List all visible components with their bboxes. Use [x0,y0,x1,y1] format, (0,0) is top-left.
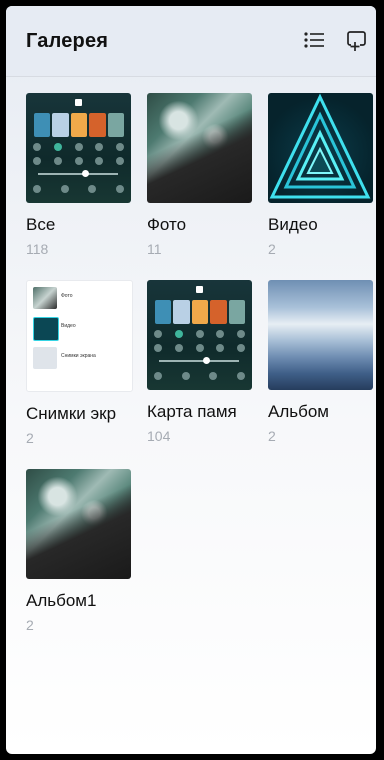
page-title: Галерея [26,30,109,52]
new-album-icon [347,31,366,51]
album-tile[interactable]: Карта памя 104 [147,280,252,444]
album-tile[interactable]: Все 118 [26,93,131,257]
album-count: 11 [147,241,162,257]
album-thumbnail [147,93,252,203]
album-thumbnail [26,469,131,579]
album-tile[interactable]: Альбом1 2 [26,469,131,633]
album-name: Все [26,215,56,234]
album-thumbnail [268,93,373,203]
album-name: Альбом1 [26,591,97,610]
gallery-screen: Галерея Все 118 Фото 11 Видео 2 Фото Вид… [6,6,376,754]
album-tile[interactable]: Видео 2 [268,93,373,257]
album-count: 2 [268,428,276,444]
album-name: Альбом [268,402,329,421]
album-thumbnail: Фото Видео Снимки экрана [26,280,133,392]
album-tile[interactable]: Фото 11 [147,93,252,257]
album-thumbnail [26,93,131,203]
album-count: 2 [26,430,34,446]
album-count: 2 [26,617,34,633]
album-name: Видео [268,215,318,234]
album-tile[interactable]: Альбом 2 [268,280,373,444]
album-count: 118 [26,241,49,257]
album-thumbnail [268,280,373,390]
album-count: 104 [147,428,171,444]
album-tile[interactable]: Фото Видео Снимки экрана Снимки экр 2 [26,280,133,446]
album-name: Фото [147,215,187,234]
app-header: Галерея [6,6,376,77]
list-view-button[interactable] [300,26,328,54]
album-count: 2 [268,241,276,257]
album-thumbnail [147,280,252,390]
new-album-button[interactable] [342,26,370,54]
album-name: Снимки экр [26,404,117,423]
album-name: Карта памя [147,402,237,421]
list-view-icon [304,32,324,48]
